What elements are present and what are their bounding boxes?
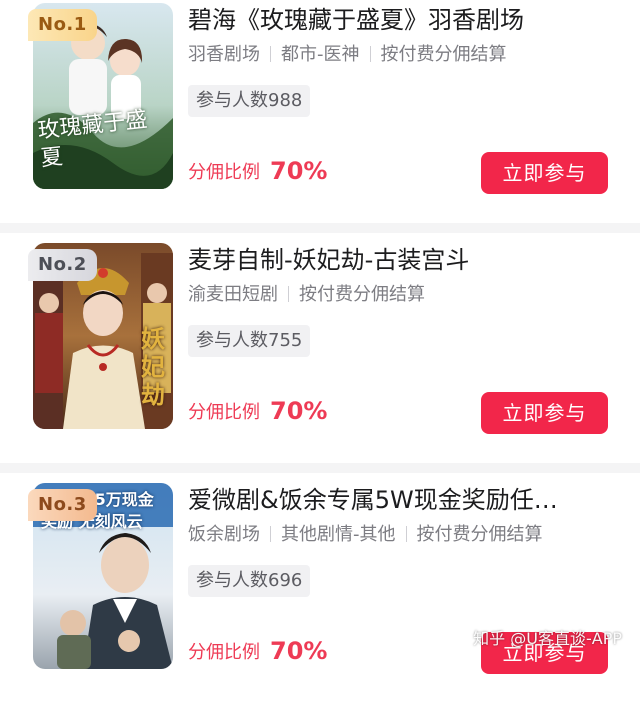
poster-caption: 妖妃劫 (141, 324, 165, 409)
ratio-label: 分佣比例 (188, 642, 260, 663)
commission-ratio: 分佣比例 70% (188, 395, 327, 429)
tag-genre: 其他剧情-其他 (281, 524, 396, 545)
drama-title[interactable]: 碧海《玫瑰藏于盛夏》羽香剧场 (188, 3, 628, 37)
rank-gold-badge: No.1 (28, 9, 97, 41)
join-button[interactable]: 立即参与 (481, 152, 608, 194)
ratio-label: 分佣比例 (188, 162, 260, 183)
watermark: 知乎 @U客直谈-APP (473, 629, 622, 648)
tag-studio: 饭余剧场 (188, 524, 260, 545)
rank-bronze-badge: No.3 (28, 489, 97, 521)
drama-tags: 渝麦田短剧 按付费分佣结算 (188, 281, 425, 309)
tag-divider (288, 286, 289, 302)
ratio-value: 70% (270, 397, 328, 425)
ratio-value: 70% (270, 637, 328, 665)
participant-count: 参与人数988 (188, 85, 311, 117)
drama-tags: 饭余剧场 其他剧情-其他 按付费分佣结算 (188, 521, 543, 549)
drama-card[interactable]: 爱微剧 5万现金奖励 无刻风云 No.3 爱微剧&饭余专属5W现金奖励任… 饭余… (0, 483, 640, 713)
tag-settlement: 按付费分佣结算 (299, 284, 425, 305)
participant-count: 参与人数696 (188, 565, 311, 597)
rank-silver-badge: No.2 (28, 249, 97, 281)
ratio-label: 分佣比例 (188, 402, 260, 423)
section-divider (0, 223, 640, 233)
participant-count: 参与人数755 (188, 325, 311, 357)
drama-title[interactable]: 爱微剧&饭余专属5W现金奖励任… (188, 483, 628, 517)
tag-settlement: 按付费分佣结算 (416, 524, 543, 545)
drama-tags: 羽香剧场 都市-医神 按付费分佣结算 (188, 41, 507, 69)
join-button[interactable]: 立即参与 (481, 392, 608, 434)
commission-ratio: 分佣比例 70% (188, 635, 327, 669)
drama-title[interactable]: 麦芽自制-妖妃劫-古装宫斗 (188, 243, 628, 277)
tag-settlement: 按付费分佣结算 (380, 44, 507, 65)
tag-divider (369, 46, 371, 62)
ratio-value: 70% (270, 157, 328, 185)
section-divider (0, 463, 640, 473)
tag-genre: 都市-医神 (281, 44, 360, 65)
drama-card[interactable]: 玫瑰藏于盛夏 No.1 碧海《玫瑰藏于盛夏》羽香剧场 羽香剧场 都市-医神 按付费分… (0, 3, 640, 233)
tag-divider (270, 526, 271, 542)
drama-card[interactable]: 妖妃劫 No.2 麦芽自制-妖妃劫-古装宫斗 渝麦田短剧 按付费分佣结算 参与人数… (0, 243, 640, 473)
tag-divider (270, 46, 271, 62)
tag-divider (405, 526, 407, 542)
commission-ratio: 分佣比例 70% (188, 155, 327, 189)
tag-studio: 羽香剧场 (188, 44, 260, 65)
tag-studio: 渝麦田短剧 (188, 284, 278, 305)
